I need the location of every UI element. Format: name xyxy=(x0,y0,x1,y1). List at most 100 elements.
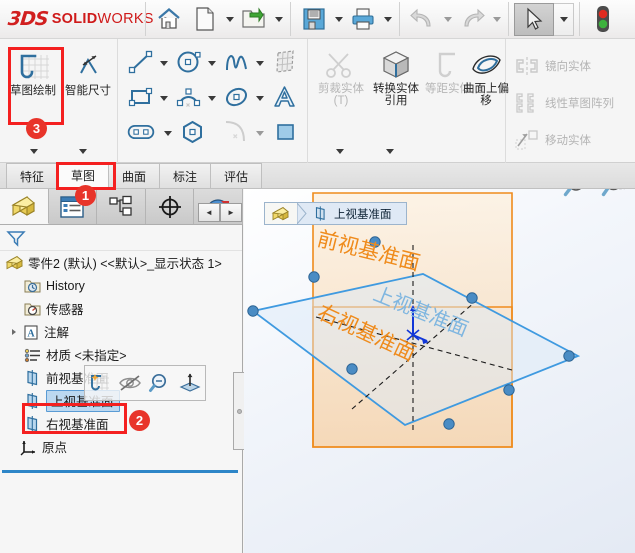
expand-arrow-icon[interactable] xyxy=(8,328,20,336)
tree-item-label: 材质 <未指定> xyxy=(46,349,127,363)
sketch-on-plane-icon xyxy=(91,374,109,391)
new-document-button[interactable] xyxy=(187,1,223,37)
text-tool-button[interactable] xyxy=(270,82,300,112)
solidworks-logo[interactable]: 3DS SOLIDWORKS ► xyxy=(0,0,172,39)
polygon-tool-button[interactable] xyxy=(178,117,208,147)
tree-item-history[interactable]: History xyxy=(0,274,242,297)
spline-icon xyxy=(226,55,247,71)
ribbon-trim-entities-button[interactable]: 剪裁实体(T) xyxy=(315,49,367,107)
ribbon-linear-sketch-pattern-button[interactable]: 线性草图阵列 xyxy=(514,92,614,114)
solidworks-window: 3DS SOLIDWORKS ► xyxy=(0,0,635,553)
open-document-dropdown[interactable] xyxy=(272,1,285,37)
ribbon-group-modify: 剪裁实体(T) 转换实体引用 等距实体 曲面上偏移 xyxy=(308,39,509,163)
status-indicator-button[interactable] xyxy=(585,1,621,37)
planes-viewport[interactable]: 前视基准面 上视基准面 右视基准面 xyxy=(244,189,635,553)
ribbon-smart-dimension-button[interactable]: 智能尺寸 xyxy=(62,53,114,97)
ribbon-sketch-label: 草图绘制 xyxy=(10,85,56,97)
ellipse-tool-dropdown[interactable] xyxy=(254,84,266,112)
graphics-area[interactable]: 上视基准面 前视基准面 上视基准面 右视基准面 xyxy=(244,189,635,553)
select-dropdown[interactable] xyxy=(554,2,574,36)
smart-dimension-dropdown[interactable] xyxy=(73,144,93,158)
rectangle-tool-dropdown[interactable] xyxy=(158,84,170,112)
spline-tool-button[interactable] xyxy=(222,47,252,77)
print-button[interactable] xyxy=(345,1,381,37)
select-button[interactable] xyxy=(514,2,554,36)
dimxpert-manager-tab[interactable] xyxy=(145,189,195,224)
ribbon-move-entities-button[interactable]: 移动实体 xyxy=(514,129,591,151)
ribbon-group-sketch: 草图绘制 智能尺寸 xyxy=(0,39,118,163)
breadcrumb[interactable]: 上视基准面 xyxy=(264,202,407,225)
ribbon-move-entities-label: 移动实体 xyxy=(545,135,591,147)
hide-show-button[interactable] xyxy=(115,366,145,400)
filter-icon xyxy=(6,230,26,247)
tree-item-material[interactable]: 材质 <未指定> xyxy=(0,343,242,366)
zoom-to-area-button[interactable] xyxy=(599,189,627,205)
arc-tool-button[interactable] xyxy=(174,82,204,112)
ribbon-convert-entities-button[interactable]: 转换实体引用 xyxy=(370,49,422,107)
save-button[interactable] xyxy=(296,1,332,37)
material-icon xyxy=(22,346,42,364)
ribbon-trim-entities-label: 剪裁实体(T) xyxy=(318,83,364,107)
open-document-button[interactable] xyxy=(236,1,272,37)
spline-tool-dropdown[interactable] xyxy=(254,49,266,77)
ribbon-smart-dimension-label: 智能尺寸 xyxy=(65,85,111,97)
tab-sketch[interactable]: 草图 xyxy=(57,162,109,188)
zoom-to-fit-button[interactable] xyxy=(561,189,589,205)
ribbon-offset-on-surface-button[interactable]: 曲面上偏移 xyxy=(460,49,512,107)
fm-nav-next-button[interactable]: ► xyxy=(220,203,242,222)
tab-annotation[interactable]: 标注 xyxy=(159,163,211,188)
tree-item-part-root[interactable]: 零件2 (默认) <<默认>_显示状态 1> xyxy=(0,251,242,274)
arc-tool-dropdown[interactable] xyxy=(206,84,218,112)
feature-tree-tab[interactable] xyxy=(0,189,49,224)
tree-item-sensors[interactable]: 传感器 xyxy=(0,297,242,320)
fillet-icon xyxy=(225,121,245,142)
menu-bar: 3DS SOLIDWORKS ► xyxy=(0,0,635,39)
undo-dropdown[interactable] xyxy=(441,1,454,37)
undo-icon xyxy=(410,8,431,27)
surface-curve-tool-button[interactable] xyxy=(270,47,300,77)
print-dropdown[interactable] xyxy=(381,1,394,37)
sketch-dropdown[interactable] xyxy=(24,144,44,158)
ribbon-sketch-button[interactable]: 草图绘制 xyxy=(7,53,59,97)
plane-icon xyxy=(277,124,294,140)
ellipse-tool-button[interactable] xyxy=(222,82,252,112)
fm-nav-prev-button[interactable]: ◄ xyxy=(198,203,220,222)
home-button[interactable] xyxy=(151,1,187,37)
circle-tool-dropdown[interactable] xyxy=(206,49,218,77)
arc-icon xyxy=(176,88,201,107)
redo-button[interactable] xyxy=(454,1,490,37)
annotation-badge-3: 3 xyxy=(26,118,47,139)
hide-show-icon xyxy=(119,375,141,391)
undo-button[interactable] xyxy=(405,1,441,37)
panel-splitter[interactable] xyxy=(233,372,244,450)
tab-evaluate[interactable]: 评估 xyxy=(210,163,262,188)
sketch-on-plane-button[interactable] xyxy=(85,366,115,400)
new-document-dropdown[interactable] xyxy=(223,1,236,37)
ribbon-mirror-entities-button[interactable]: 镜向实体 xyxy=(514,55,591,77)
configuration-manager-tab[interactable] xyxy=(97,189,146,224)
zoom-to-selection-button[interactable] xyxy=(145,366,175,400)
convert-entities-icon xyxy=(382,51,410,78)
rollback-bar[interactable] xyxy=(2,470,238,473)
trim-entities-dropdown[interactable] xyxy=(330,144,350,158)
plane-tool-button[interactable] xyxy=(270,117,300,147)
normal-to-button[interactable] xyxy=(175,366,205,400)
feature-tree-filter[interactable] xyxy=(0,225,242,251)
tree-item-annotations[interactable]: A 注解 xyxy=(0,320,242,343)
rectangle-tool-button[interactable] xyxy=(126,82,156,112)
line-tool-dropdown[interactable] xyxy=(158,49,170,77)
slot-tool-dropdown[interactable] xyxy=(162,119,174,147)
tree-item-label: 传感器 xyxy=(46,303,84,317)
redo-dropdown[interactable] xyxy=(490,1,503,37)
tree-item-right-plane[interactable]: 右视基准面 xyxy=(0,412,242,435)
tab-features[interactable]: 特征 xyxy=(6,163,58,188)
convert-entities-dropdown[interactable] xyxy=(380,144,400,158)
slot-tool-button[interactable] xyxy=(126,117,156,147)
fillet-tool-dropdown[interactable] xyxy=(254,119,266,147)
tree-item-origin[interactable]: 原点 xyxy=(0,435,242,458)
tab-surfaces[interactable]: 曲面 xyxy=(108,163,160,188)
zoom-to-selection-icon xyxy=(149,373,167,392)
circle-tool-button[interactable] xyxy=(174,47,204,77)
save-dropdown[interactable] xyxy=(332,1,345,37)
line-tool-button[interactable] xyxy=(126,47,156,77)
